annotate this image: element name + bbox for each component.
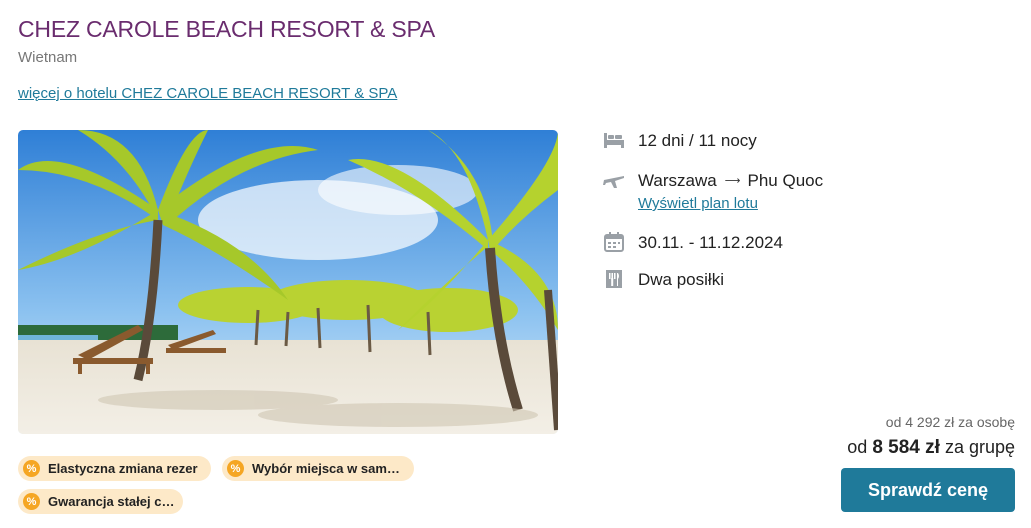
duration-row: 12 dni / 11 nocy [602,128,757,154]
hotel-country: Wietnam [18,49,78,66]
board-text: Dwa posiłki [638,270,724,289]
price-per-person: od 4 292 zł za osobę [885,414,1015,430]
route-from: Warszawa [638,171,717,190]
hotel-title: CHEZ CAROLE BEACH RESORT & SPA [18,16,436,42]
board-row: Dwa posiłki [602,267,724,293]
bed-icon [602,128,626,152]
price-group-prefix: od [847,437,873,457]
discount-percent-icon: % [23,493,40,510]
price-group-suffix: za grupę [939,437,1015,457]
duration-text: 12 dni / 11 nocy [638,131,757,150]
check-price-button[interactable]: Sprawdź cenę [841,468,1015,512]
flight-plan-link[interactable]: Wyświetl plan lotu [638,195,823,212]
hotel-photo[interactable] [18,130,558,434]
more-about-hotel-link[interactable]: więcej o hotelu CHEZ CAROLE BEACH RESORT… [18,85,397,102]
plane-icon [602,168,626,192]
badge-seat-selection[interactable]: % Wybór miejsca w samolo [222,456,414,481]
badge-text: Gwarancja stałej ceny [48,494,175,509]
dates-row: 30.11. - 11.12.2024 [602,230,783,256]
price-group-amount: 8 584 zł [872,437,940,458]
route-row: Warszawa ⟶ Phu Quoc Wyświetl plan lotu [602,168,823,212]
badge-text: Wybór miejsca w samolo [252,461,406,476]
price-per-group: od 8 584 zł za grupę [847,437,1015,459]
meal-icon [602,267,626,291]
discount-percent-icon: % [227,460,244,477]
discount-percent-icon: % [23,460,40,477]
route-to: Phu Quoc [747,171,824,190]
beach-palm-image [18,130,558,434]
badge-flexible-change[interactable]: % Elastyczna zmiana rezer [18,456,211,481]
dates-text: 30.11. - 11.12.2024 [638,233,783,252]
calendar-icon [602,230,626,254]
route-arrow-icon: ⟶ [724,175,741,187]
badge-text: Elastyczna zmiana rezer [48,461,198,476]
badge-fixed-price[interactable]: % Gwarancja stałej ceny [18,489,183,514]
